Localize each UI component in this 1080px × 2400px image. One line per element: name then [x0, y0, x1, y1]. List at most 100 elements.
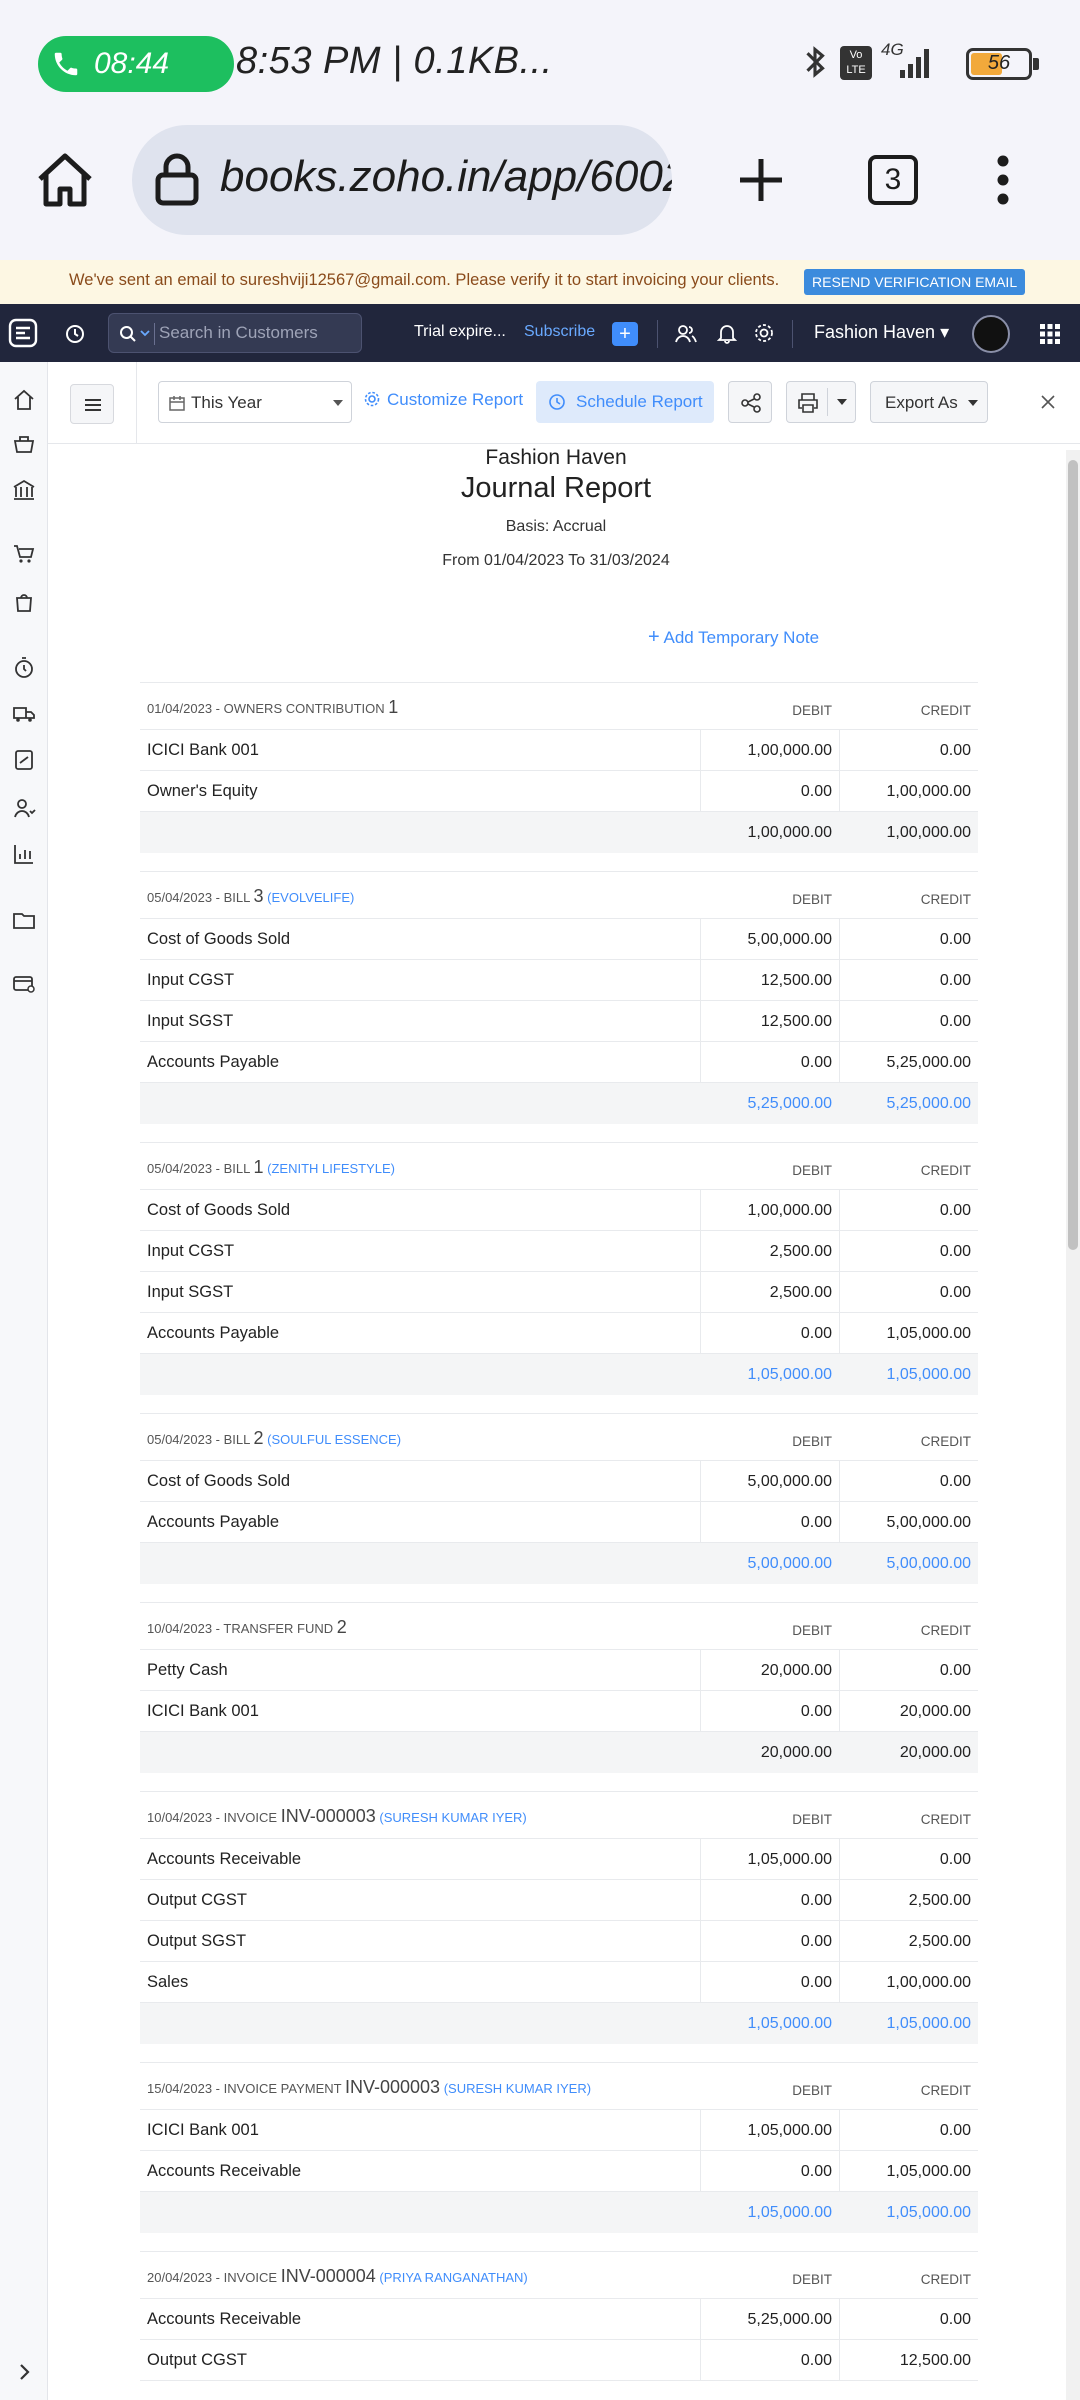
entry-number-link[interactable]: 1 [254, 1157, 264, 1177]
debit-amount: 0.00 [700, 1961, 839, 2003]
total-debit[interactable]: 1,05,000.00 [700, 1366, 839, 1384]
total-debit[interactable]: 5,00,000.00 [700, 1555, 839, 1573]
total-debit[interactable]: 1,05,000.00 [700, 2204, 839, 2222]
close-icon[interactable] [1040, 394, 1056, 410]
url-text: books.zoho.in/app/6002 [220, 152, 672, 201]
entry-number-link[interactable]: 3 [254, 886, 264, 906]
table-row: Sales 0.00 1,00,000.00 [140, 1961, 978, 2003]
table-row: Accounts Receivable 0.00 1,05,000.00 [140, 2150, 978, 2192]
settings-gear-icon[interactable] [753, 322, 775, 344]
entry-party-link[interactable]: (ZENITH LIFESTYLE) [267, 1161, 395, 1176]
entry-party-link[interactable]: (SURESH KUMAR IYER) [379, 1810, 526, 1825]
recent-history-icon[interactable] [64, 323, 86, 345]
new-tab-icon[interactable] [736, 155, 786, 205]
zoho-books-logo-icon[interactable] [8, 318, 38, 348]
table-row: Accounts Payable 0.00 1,05,000.00 [140, 1312, 978, 1354]
journal-entry: 05/04/2023 - BILL 1 (ZENITH LIFESTYLE) DE… [140, 1142, 978, 1395]
ongoing-call-chip[interactable]: 08:44 [38, 36, 234, 92]
export-as-button[interactable]: Export As [870, 381, 988, 423]
items-basket-icon[interactable] [12, 432, 36, 456]
entry-party-link[interactable]: (PRIYA RANGANATHAN) [379, 2270, 527, 2285]
total-credit[interactable]: 1,05,000.00 [839, 1366, 978, 1384]
scrollbar-thumb[interactable] [1068, 460, 1078, 1250]
entry-number-link[interactable]: 1 [388, 697, 398, 717]
tab-switcher-button[interactable]: 3 [868, 155, 918, 205]
users-icon[interactable] [675, 323, 697, 345]
url-bar[interactable]: books.zoho.in/app/6002 [132, 125, 672, 235]
debit-column-header: DEBIT [792, 1434, 832, 1449]
journal-entry: 05/04/2023 - BILL 3 (EVOLVELIFE) DEBIT CRE… [140, 871, 978, 1124]
total-debit[interactable]: 1,05,000.00 [700, 2015, 839, 2033]
trial-status[interactable]: Trial expire... [414, 323, 506, 341]
entry-total-row: 1,05,000.00 1,05,000.00 [140, 1354, 978, 1395]
report-scrollbar[interactable] [1066, 450, 1080, 2400]
status-icons: Vo LTE 4G 56 [780, 36, 1080, 92]
account-name: Output CGST [147, 1890, 247, 1909]
accountant-icon[interactable] [12, 748, 36, 772]
search-icon [120, 326, 136, 342]
time-tracking-icon[interactable] [12, 656, 36, 680]
more-options-icon[interactable] [990, 153, 1016, 207]
total-credit[interactable]: 1,05,000.00 [839, 2204, 978, 2222]
entry-number-link[interactable]: 2 [254, 1428, 264, 1448]
report-org-name: Fashion Haven [485, 446, 627, 469]
entry-total-row: 1,00,000.00 1,00,000.00 [140, 812, 978, 853]
report-menu-button[interactable] [70, 384, 114, 424]
total-credit[interactable]: 5,25,000.00 [839, 1095, 978, 1113]
battery-icon: 56 [966, 48, 1039, 80]
quick-create-button[interactable]: + [612, 322, 638, 346]
apps-grid-icon[interactable] [1040, 324, 1060, 344]
schedule-report-button[interactable]: Schedule Report [536, 381, 714, 423]
contacts-icon[interactable] [12, 796, 36, 820]
bell-icon[interactable] [716, 322, 738, 344]
call-timer: 08:44 [94, 47, 170, 80]
credit-amount: 1,00,000.00 [839, 1961, 978, 2003]
entry-party-link[interactable]: (SOULFUL ESSENCE) [267, 1432, 401, 1447]
documents-folder-icon[interactable] [12, 908, 36, 932]
add-temporary-note-link[interactable]: + Add Temporary Note [648, 626, 819, 649]
debit-amount: 1,00,000.00 [700, 1189, 839, 1231]
credit-amount: 2,500.00 [839, 1920, 978, 1962]
entry-prefix: 20/04/2023 - INVOICE [147, 2270, 278, 2285]
customize-report-link[interactable]: Customize Report [387, 390, 523, 410]
entry-number-link[interactable]: INV-000003 [281, 1806, 376, 1826]
journal-entry-header: 15/04/2023 - INVOICE PAYMENT INV-000003 … [140, 2063, 978, 2110]
status-clock-text: 8:53 PM | 0.1KB... [236, 40, 553, 82]
home-icon[interactable] [12, 388, 36, 412]
total-debit[interactable]: 5,25,000.00 [700, 1095, 839, 1113]
entry-number-link[interactable]: INV-000003 [345, 2077, 440, 2097]
avatar[interactable] [972, 315, 1010, 353]
account-name: Accounts Receivable [147, 2161, 302, 2180]
date-range-select[interactable]: This Year [158, 381, 352, 423]
share-icon [741, 393, 761, 413]
sales-cart-icon[interactable] [12, 542, 36, 566]
payments-card-icon[interactable] [12, 972, 36, 996]
debit-column-header: DEBIT [792, 2083, 832, 2098]
expand-sidebar-chevron-icon[interactable] [12, 2360, 36, 2384]
debit-amount: 20,000.00 [700, 1649, 839, 1691]
share-button[interactable] [728, 381, 772, 423]
table-row: Input CGST 12,500.00 0.00 [140, 959, 978, 1001]
purchases-bag-icon[interactable] [12, 590, 36, 614]
search-input[interactable] [159, 314, 349, 352]
total-credit[interactable]: 5,00,000.00 [839, 1555, 978, 1573]
total-credit[interactable]: 1,05,000.00 [839, 2015, 978, 2033]
account-name: Output SGST [147, 1931, 247, 1950]
banking-icon[interactable] [12, 478, 36, 502]
entry-number-link[interactable]: INV-000004 [281, 2266, 376, 2286]
eway-bills-truck-icon[interactable] [12, 702, 36, 726]
print-button[interactable] [786, 381, 856, 423]
entry-total-row: 1,05,000.00 1,05,000.00 [140, 2003, 978, 2044]
home-icon[interactable] [34, 151, 96, 209]
entry-party-link[interactable]: (EVOLVELIFE) [267, 890, 354, 905]
subscribe-link[interactable]: Subscribe [524, 323, 595, 341]
account-name: Accounts Receivable [147, 2309, 302, 2328]
entry-party-link[interactable]: (SURESH KUMAR IYER) [444, 2081, 591, 2096]
entry-number-link[interactable]: 2 [337, 1617, 347, 1637]
table-row: Output CGST 0.00 2,500.00 [140, 1879, 978, 1921]
search-box[interactable] [108, 313, 362, 353]
reports-chart-icon[interactable] [12, 842, 36, 866]
resend-verification-button[interactable]: RESEND VERIFICATION EMAIL [804, 269, 1026, 295]
org-switcher[interactable]: Fashion Haven ▾ [814, 322, 949, 343]
credit-amount: 0.00 [839, 1189, 978, 1231]
